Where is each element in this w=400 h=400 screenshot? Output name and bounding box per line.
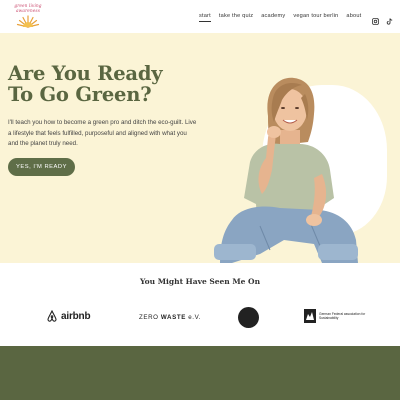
nav-start[interactable]: start (199, 13, 211, 22)
airbnb-logo: airbnb (46, 310, 91, 322)
cta-button[interactable]: YES, I'M READY (8, 158, 75, 176)
hero-title-line-1: Are You Ready (8, 62, 163, 85)
social-links (372, 12, 393, 25)
zero-waste-part-2: WASTE (160, 314, 186, 321)
hero-title-line-2: To Go Green? (8, 83, 152, 106)
zero-waste-part-1: ZERO (139, 314, 161, 321)
hero-description: I'll teach you how to become a green pro… (8, 119, 197, 147)
airbnb-wordmark: airbnb (61, 310, 91, 322)
press-logos: airbnb ZERO WASTE e.V. German Federal as… (0, 307, 400, 329)
association-logo: German Federal association for Sustainab… (304, 309, 371, 323)
footer-band (0, 346, 400, 400)
instagram-icon[interactable] (372, 12, 379, 25)
zero-waste-logo: ZERO WASTE e.V. (139, 314, 201, 321)
zero-waste-part-3: e.V. (185, 314, 202, 321)
nav-academy[interactable]: academy (261, 13, 285, 22)
site-logo[interactable]: green living awareness (6, 4, 50, 30)
hero-section: Are You Ready To Go Green? I'll teach yo… (0, 33, 400, 263)
tiktok-icon[interactable] (386, 12, 393, 25)
circle-logo (238, 307, 259, 328)
airbnb-icon (47, 310, 57, 322)
nav-take-the-quiz[interactable]: take the quiz (219, 13, 253, 22)
hero-photo (214, 77, 358, 263)
main-nav: start take the quiz academy vegan tour b… (199, 13, 361, 22)
association-emblem-icon (304, 309, 316, 323)
sun-logo-icon (16, 15, 40, 28)
hero-title: Are You Ready To Go Green? (8, 63, 208, 105)
site-header: green living awareness start take the qu… (0, 0, 400, 33)
seen-on-section: You Might Have Seen Me On airbnb ZERO WA… (0, 263, 400, 346)
seen-on-title: You Might Have Seen Me On (139, 277, 261, 286)
nav-about[interactable]: about (346, 13, 361, 22)
association-name: German Federal association for Sustainab… (319, 312, 366, 320)
nav-vegan-tour-berlin[interactable]: vegan tour berlin (293, 13, 338, 22)
